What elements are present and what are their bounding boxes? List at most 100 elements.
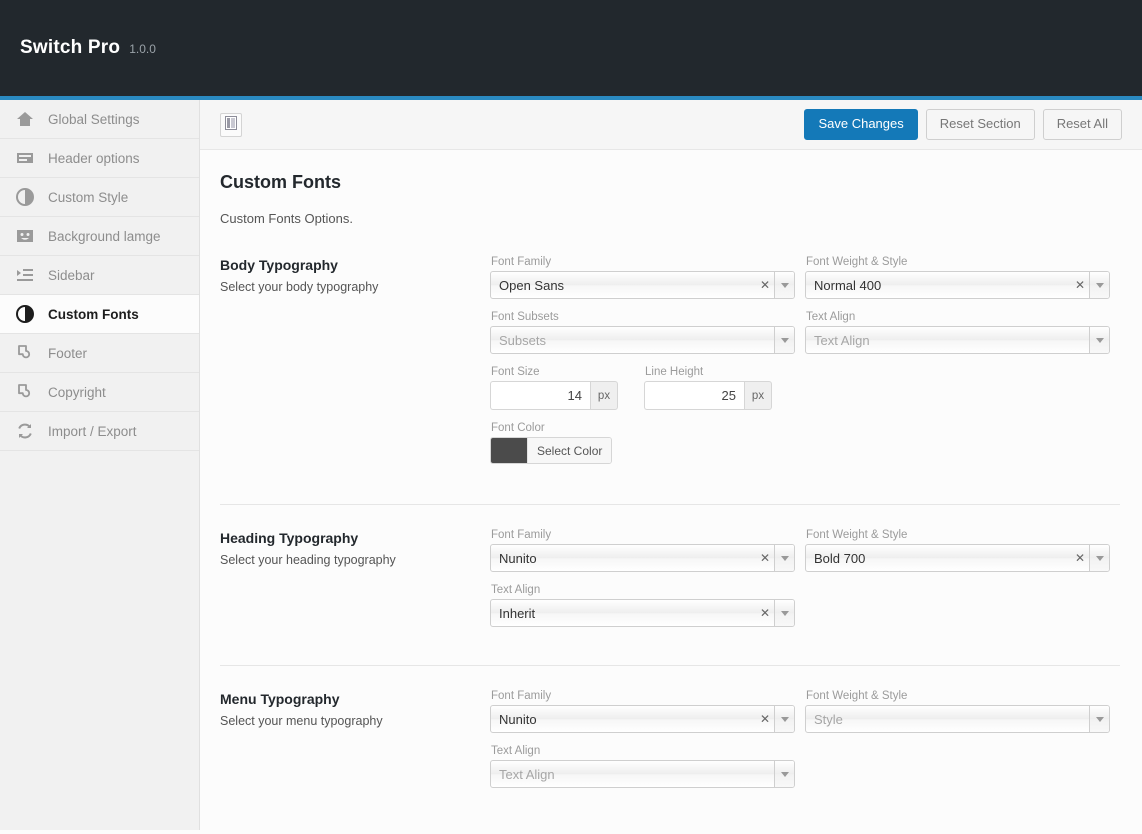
font-size-field[interactable]: px — [490, 381, 620, 410]
sidebar-item-footer[interactable]: Footer — [0, 334, 199, 373]
section-info: Heading Typography Select your heading t… — [220, 529, 490, 639]
field-column-right: Font Weight & Style Bold 700 ✕ — [805, 529, 1110, 639]
font-weight-group: Font Weight & Style Normal 400 ✕ — [805, 256, 1110, 299]
font-weight-group: Font Weight & Style Style — [805, 690, 1110, 733]
content-area: Save Changes Reset Section Reset All Cus… — [200, 100, 1142, 830]
text-align-group: Text Align Inherit ✕ — [490, 584, 795, 627]
font-family-select[interactable]: Nunito ✕ — [490, 544, 795, 572]
sidebar-item-label: Background lamge — [48, 229, 161, 244]
font-color-group: Font Color Select Color — [490, 422, 795, 466]
chevron-down-icon[interactable] — [774, 600, 794, 626]
font-family-label: Font Family — [491, 690, 795, 702]
tag-icon — [14, 342, 36, 364]
sidebar-item-custom-style[interactable]: Custom Style — [0, 178, 199, 217]
section-title: Heading Typography — [220, 530, 490, 546]
font-family-value: Nunito — [491, 551, 756, 566]
sidebar-item-sidebar[interactable]: Sidebar — [0, 256, 199, 295]
font-weight-select[interactable]: Style — [805, 705, 1110, 733]
field-column-left: Font Family Nunito ✕ Text Align Text Ali… — [490, 690, 795, 800]
font-weight-label: Font Weight & Style — [806, 529, 1110, 541]
sync-icon — [14, 420, 36, 442]
text-align-value: Text Align — [806, 333, 1089, 348]
sidebar-item-background-lamge[interactable]: Background lamge — [0, 217, 199, 256]
font-family-group: Font Family Nunito ✕ — [490, 529, 795, 572]
sidebar-item-header-options[interactable]: Header options — [0, 139, 199, 178]
chevron-down-icon[interactable] — [1089, 706, 1109, 732]
settings-section: Body Typography Select your body typogra… — [220, 256, 1120, 504]
font-family-clear-button[interactable]: ✕ — [756, 713, 774, 725]
font-family-value: Open Sans — [491, 278, 756, 293]
chevron-down-icon[interactable] — [774, 327, 794, 353]
save-changes-button[interactable]: Save Changes — [804, 109, 917, 140]
font-weight-clear-button[interactable]: ✕ — [1071, 552, 1089, 564]
sidebar-item-copyright[interactable]: Copyright — [0, 373, 199, 412]
contrast-icon — [14, 303, 36, 325]
text-align-select[interactable]: Text Align — [805, 326, 1110, 354]
chevron-down-icon[interactable] — [1089, 327, 1109, 353]
sidebar-item-label: Header options — [48, 151, 140, 166]
panel-layout-toggle-button[interactable] — [220, 113, 242, 137]
font-family-label: Font Family — [491, 529, 795, 541]
font-subsets-select[interactable]: Subsets — [490, 326, 795, 354]
font-color-picker[interactable]: Select Color — [490, 437, 612, 464]
sidebar-item-label: Footer — [48, 346, 87, 361]
section-subtitle: Select your body typography — [220, 280, 490, 294]
sidebar-item-import-export[interactable]: Import / Export — [0, 412, 199, 451]
text-align-clear-button[interactable]: ✕ — [756, 607, 774, 619]
text-align-select[interactable]: Text Align — [490, 760, 795, 788]
chevron-down-icon[interactable] — [1089, 272, 1109, 298]
sections-list: Body Typography Select your body typogra… — [220, 256, 1120, 826]
section-subtitle: Select your heading typography — [220, 553, 490, 567]
chevron-down-icon[interactable] — [774, 761, 794, 787]
section-title: Menu Typography — [220, 691, 490, 707]
color-swatch[interactable] — [491, 438, 527, 463]
chevron-down-icon[interactable] — [774, 272, 794, 298]
line-height-field[interactable]: px — [644, 381, 774, 410]
font-family-select[interactable]: Open Sans ✕ — [490, 271, 795, 299]
tag-icon — [14, 381, 36, 403]
app-shell: Global Settings Header options Custom Styl… — [0, 100, 1142, 830]
font-weight-clear-button[interactable]: ✕ — [1071, 279, 1089, 291]
text-align-label: Text Align — [491, 584, 795, 596]
font-weight-group: Font Weight & Style Bold 700 ✕ — [805, 529, 1110, 572]
contrast-icon — [14, 186, 36, 208]
section-fields: Font Family Nunito ✕ Text Align Text Ali… — [490, 690, 1120, 800]
chevron-down-icon[interactable] — [774, 545, 794, 571]
settings-section: Menu Typography Select your menu typogra… — [220, 665, 1120, 826]
home-icon — [14, 108, 36, 130]
font-weight-select[interactable]: Normal 400 ✕ — [805, 271, 1110, 299]
section-subtitle: Select your menu typography — [220, 714, 490, 728]
chevron-down-icon[interactable] — [774, 706, 794, 732]
indent-list-icon — [14, 264, 36, 286]
text-align-group: Text Align Text Align — [805, 311, 1110, 354]
section-fields: Font Family Nunito ✕ Text Align Inherit … — [490, 529, 1120, 639]
text-align-select[interactable]: Inherit ✕ — [490, 599, 795, 627]
font-family-group: Font Family Open Sans ✕ — [490, 256, 795, 299]
font-size-label: Font Size — [491, 366, 620, 378]
section-title: Body Typography — [220, 257, 490, 273]
font-size-input[interactable] — [490, 381, 590, 410]
line-height-input[interactable] — [644, 381, 744, 410]
chevron-down-icon[interactable] — [1089, 545, 1109, 571]
text-align-value: Text Align — [491, 767, 774, 782]
font-family-clear-button[interactable]: ✕ — [756, 552, 774, 564]
font-family-group: Font Family Nunito ✕ — [490, 690, 795, 733]
font-weight-value: Bold 700 — [806, 551, 1071, 566]
text-align-value: Inherit — [491, 606, 756, 621]
sidebar-item-label: Import / Export — [48, 424, 137, 439]
panel-layout-icon — [225, 116, 237, 133]
font-weight-select[interactable]: Bold 700 ✕ — [805, 544, 1110, 572]
sidebar-item-label: Copyright — [48, 385, 106, 400]
size-row: Font Size px Line Height px — [490, 366, 795, 422]
font-color-label: Font Color — [491, 422, 795, 434]
font-family-label: Font Family — [491, 256, 795, 268]
font-family-select[interactable]: Nunito ✕ — [490, 705, 795, 733]
sidebar-item-custom-fonts[interactable]: Custom Fonts — [0, 295, 199, 334]
font-size-group: Font Size px — [490, 366, 620, 410]
select-color-button[interactable]: Select Color — [527, 438, 611, 463]
sidebar-item-global-settings[interactable]: Global Settings — [0, 100, 199, 139]
text-align-group: Text Align Text Align — [490, 745, 795, 788]
reset-section-button[interactable]: Reset Section — [926, 109, 1035, 140]
font-family-clear-button[interactable]: ✕ — [756, 279, 774, 291]
reset-all-button[interactable]: Reset All — [1043, 109, 1122, 140]
